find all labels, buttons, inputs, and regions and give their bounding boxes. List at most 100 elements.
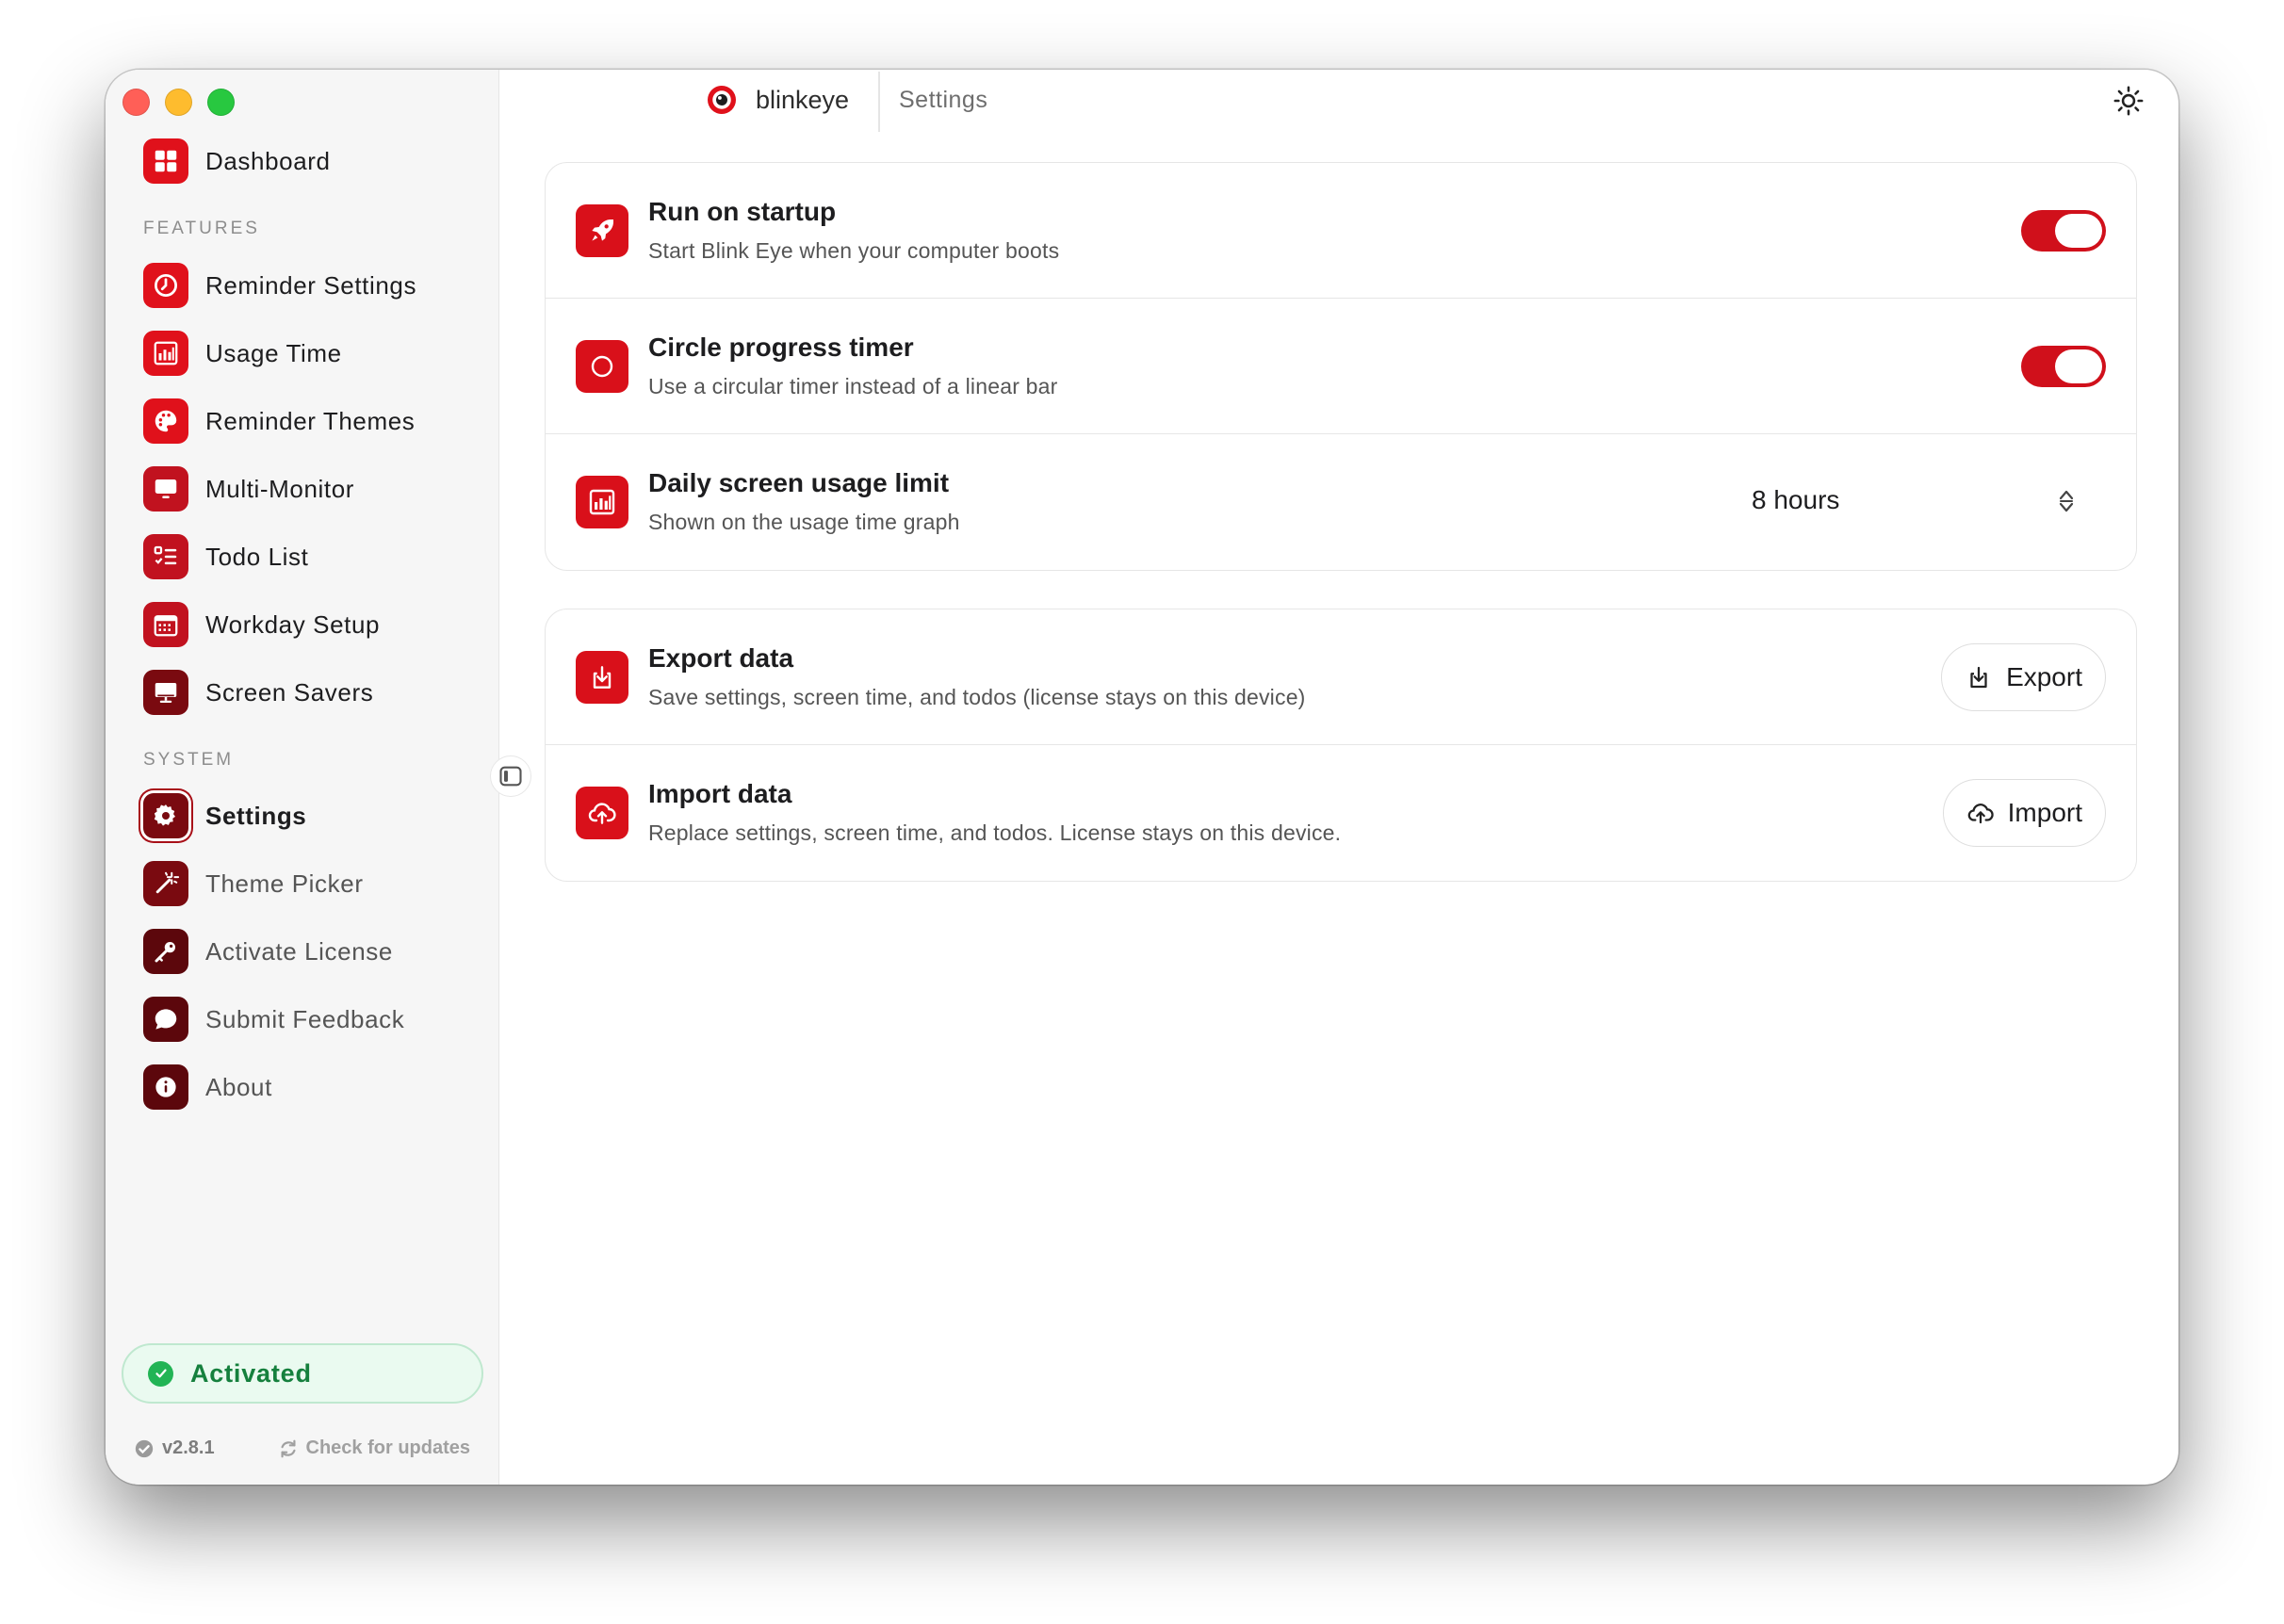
bar-chart-icon xyxy=(576,476,628,528)
setting-row-export-data: Export data Save settings, screen time, … xyxy=(546,609,2136,745)
sidebar-item-label: Settings xyxy=(205,801,307,830)
sun-icon xyxy=(2113,86,2144,116)
setting-title: Daily screen usage limit xyxy=(648,468,950,497)
setting-title: Import data xyxy=(648,779,792,808)
sidebar-footer: v2.8.1 Check for updates xyxy=(134,1437,470,1459)
sidebar-item-activate-license[interactable]: Activate License xyxy=(143,925,464,978)
sidebar-item-about[interactable]: About xyxy=(143,1061,464,1113)
bar-chart-icon xyxy=(143,331,188,376)
sidebar-item-screen-savers[interactable]: Screen Savers xyxy=(143,666,464,719)
sidebar-item-label: Multi-Monitor xyxy=(205,474,355,503)
close-window-button[interactable] xyxy=(122,89,150,116)
setting-description: Start Blink Eye when your computer boots xyxy=(648,238,1060,263)
key-icon xyxy=(143,929,188,974)
run-on-startup-toggle[interactable] xyxy=(2021,210,2106,252)
sidebar-item-label: Activate License xyxy=(205,936,393,966)
title-divider xyxy=(878,72,880,132)
sidebar-item-label: About xyxy=(205,1072,272,1101)
timer-icon xyxy=(143,263,188,308)
circle-timer-toggle[interactable] xyxy=(2021,346,2106,387)
activated-label: Activated xyxy=(190,1358,312,1388)
sidebar-item-reminder-settings[interactable]: Reminder Settings xyxy=(143,259,464,312)
toggle-knob xyxy=(2055,214,2102,248)
zoom-window-button[interactable] xyxy=(207,89,235,116)
app-window: Dashboard FEATURES Reminder Settings Usa… xyxy=(106,70,2178,1485)
check-updates-label: Check for updates xyxy=(305,1437,470,1458)
sidebar-item-usage-time[interactable]: Usage Time xyxy=(143,327,464,380)
setting-row-daily-usage-limit: Daily screen usage limit Shown on the us… xyxy=(546,434,2136,570)
system-section-label: SYSTEM xyxy=(143,750,235,770)
sidebar-item-todo-list[interactable]: Todo List xyxy=(143,530,464,583)
sidebar-item-settings[interactable]: Settings xyxy=(143,789,464,842)
version-label: v2.8.1 xyxy=(162,1437,215,1458)
import-button-label: Import xyxy=(2007,798,2082,827)
cloud-upload-icon xyxy=(1967,804,1994,824)
setting-title: Circle progress timer xyxy=(648,333,914,362)
window-controls xyxy=(122,89,235,116)
activated-badge: Activated xyxy=(122,1343,483,1404)
sidebar-item-submit-feedback[interactable]: Submit Feedback xyxy=(143,993,464,1046)
sidebar-item-workday-setup[interactable]: Workday Setup xyxy=(143,598,464,651)
import-button[interactable]: Import xyxy=(1942,779,2106,847)
minimize-window-button[interactable] xyxy=(165,89,192,116)
general-settings-card: Run on startup Start Blink Eye when your… xyxy=(545,162,2137,571)
export-button-label: Export xyxy=(2006,662,2082,691)
rocket-icon xyxy=(576,204,628,257)
data-management-card: Export data Save settings, screen time, … xyxy=(545,609,2137,882)
setting-title: Run on startup xyxy=(648,197,837,226)
calendar-icon xyxy=(143,602,188,647)
sidebar-item-label: Usage Time xyxy=(205,338,342,367)
setting-row-import-data: Import data Replace settings, screen tim… xyxy=(546,745,2136,881)
export-button[interactable]: Export xyxy=(1941,643,2106,711)
magic-wand-icon xyxy=(143,861,188,906)
theme-toggle-button[interactable] xyxy=(2111,83,2146,119)
circle-icon xyxy=(576,340,628,393)
sidebar-item-reminder-themes[interactable]: Reminder Themes xyxy=(143,395,464,447)
verified-icon xyxy=(135,1439,154,1457)
palette-icon xyxy=(143,398,188,444)
sidebar-item-label: Workday Setup xyxy=(205,609,381,639)
app-brand: blinkeye xyxy=(705,83,849,117)
sidebar-item-theme-picker[interactable]: Theme Picker xyxy=(143,857,464,910)
sidebar-item-label: Reminder Settings xyxy=(205,270,417,300)
cloud-upload-icon xyxy=(576,787,628,839)
setting-row-circle-progress-timer: Circle progress timer Use a circular tim… xyxy=(546,299,2136,434)
setting-title: Export data xyxy=(648,643,794,673)
sidebar-item-label: Reminder Themes xyxy=(205,406,416,435)
check-updates-button[interactable]: Check for updates xyxy=(278,1437,470,1459)
blinkeye-logo-icon xyxy=(708,86,736,114)
display-icon xyxy=(143,670,188,715)
sidebar-item-multi-monitor[interactable]: Multi-Monitor xyxy=(143,463,464,515)
app-name: blinkeye xyxy=(756,85,850,114)
sidebar-item-label: Screen Savers xyxy=(205,677,374,706)
checklist-icon xyxy=(143,534,188,579)
setting-description: Save settings, screen time, and todos (l… xyxy=(648,685,1306,709)
info-icon xyxy=(143,1064,188,1110)
version-info: v2.8.1 xyxy=(134,1437,215,1459)
usage-limit-select[interactable]: 8 hours xyxy=(1752,485,1839,515)
setting-description: Shown on the usage time graph xyxy=(648,510,960,534)
sidebar-item-label: Submit Feedback xyxy=(205,1004,405,1033)
export-icon xyxy=(1970,666,1987,689)
setting-row-run-on-startup: Run on startup Start Blink Eye when your… xyxy=(546,163,2136,299)
download-tray-icon xyxy=(576,651,628,704)
sidebar: Dashboard FEATURES Reminder Settings Usa… xyxy=(106,70,499,1485)
setting-description: Use a circular timer instead of a linear… xyxy=(648,374,1058,398)
sidebar-item-label: Dashboard xyxy=(205,146,331,175)
refresh-icon xyxy=(280,1439,296,1457)
page-title: Settings xyxy=(899,87,988,113)
check-circle-icon xyxy=(148,1360,173,1387)
monitor-icon xyxy=(143,466,188,512)
dashboard-grid-icon xyxy=(143,138,188,184)
sidebar-toggle-button[interactable] xyxy=(490,755,531,797)
sidebar-item-label: Theme Picker xyxy=(205,869,364,898)
chat-bubble-icon xyxy=(143,997,188,1042)
toggle-knob xyxy=(2055,349,2102,383)
features-section-label: FEATURES xyxy=(143,219,260,238)
gear-icon xyxy=(143,793,188,838)
setting-description: Replace settings, screen time, and todos… xyxy=(648,820,1342,845)
chevron-up-down-icon[interactable] xyxy=(2057,485,2076,517)
sidebar-item-dashboard[interactable]: Dashboard xyxy=(143,135,464,187)
sidebar-item-label: Todo List xyxy=(205,542,309,571)
sidebar-panel-icon xyxy=(499,766,522,787)
